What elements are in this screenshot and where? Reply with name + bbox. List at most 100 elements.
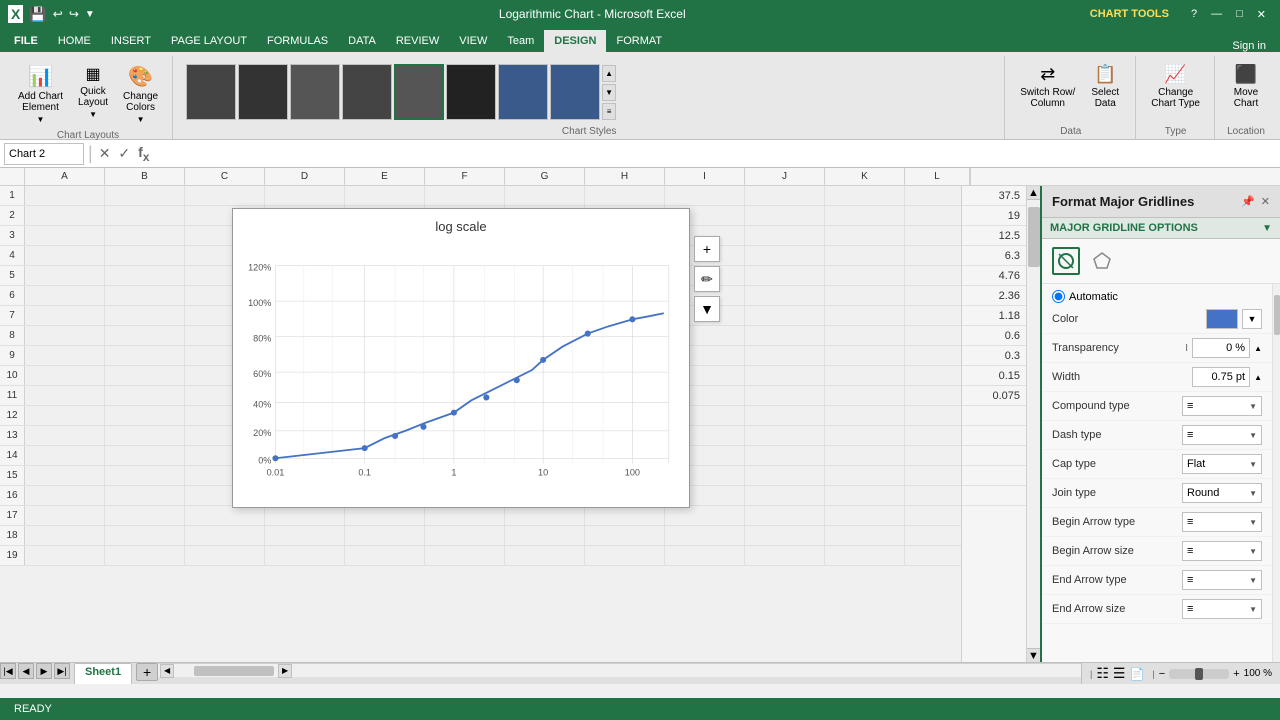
cell-r14c11[interactable] xyxy=(825,446,905,465)
close-btn[interactable]: ✕ xyxy=(1251,6,1272,23)
chart-style-7[interactable] xyxy=(498,64,548,120)
zoom-out-btn[interactable]: − xyxy=(1159,668,1165,680)
pane-scrollbar-thumb[interactable] xyxy=(1274,295,1280,335)
chart-style-3[interactable] xyxy=(290,64,340,120)
row-header-19[interactable]: 19 xyxy=(0,546,25,565)
row-header-10[interactable]: 10 xyxy=(0,366,25,385)
cell-r4c10[interactable] xyxy=(745,246,825,265)
cell-r6c1[interactable] xyxy=(25,286,105,305)
cell-r18c6[interactable] xyxy=(425,526,505,545)
cell-r1c2[interactable] xyxy=(105,186,185,205)
row-header-11[interactable]: 11 xyxy=(0,386,25,405)
cell-r17c7[interactable] xyxy=(505,506,585,525)
cell-r1c7[interactable] xyxy=(505,186,585,205)
cell-r19c3[interactable] xyxy=(185,546,265,565)
switch-row-col-button[interactable]: ⇄ Switch Row/Column xyxy=(1014,60,1081,113)
compound-type-dropdown[interactable]: ≡ ▼ xyxy=(1182,396,1262,416)
cell-r17c4[interactable] xyxy=(265,506,345,525)
cell-r15c2[interactable] xyxy=(105,466,185,485)
cell-r5c2[interactable] xyxy=(105,266,185,285)
add-sheet-btn[interactable]: + xyxy=(136,663,158,681)
window-controls[interactable]: ? — □ ✕ xyxy=(1185,6,1272,23)
begin-arrow-type-dropdown[interactable]: ≡ ▼ xyxy=(1182,512,1262,532)
cell-r7c1[interactable] xyxy=(25,306,105,325)
width-stepper-up[interactable]: ▲ xyxy=(1254,373,1262,382)
cell-r12c2[interactable] xyxy=(105,406,185,425)
change-chart-type-button[interactable]: 📈 ChangeChart Type xyxy=(1145,60,1206,113)
tab-file[interactable]: FILE xyxy=(4,30,48,52)
cell-r15c11[interactable] xyxy=(825,466,905,485)
cell-r15c1[interactable] xyxy=(25,466,105,485)
row-header-14[interactable]: 14 xyxy=(0,446,25,465)
cell-r17c1[interactable] xyxy=(25,506,105,525)
sheet-tab-sheet1[interactable]: Sheet1 xyxy=(74,663,132,684)
begin-arrow-size-dropdown[interactable]: ≡ ▼ xyxy=(1182,541,1262,561)
cell-r2c11[interactable] xyxy=(825,206,905,225)
cell-r11c2[interactable] xyxy=(105,386,185,405)
cell-r3c2[interactable] xyxy=(105,226,185,245)
cell-r10c10[interactable] xyxy=(745,366,825,385)
cell-r1c5[interactable] xyxy=(345,186,425,205)
add-chart-arrow[interactable]: ▼ xyxy=(37,115,45,124)
chart-style-1[interactable] xyxy=(186,64,236,120)
cell-r18c7[interactable] xyxy=(505,526,585,545)
dash-type-dropdown[interactable]: ≡ ▼ xyxy=(1182,425,1262,445)
formula-input[interactable] xyxy=(155,146,1276,162)
cell-r11c11[interactable] xyxy=(825,386,905,405)
cell-r19c7[interactable] xyxy=(505,546,585,565)
minimize-btn[interactable]: — xyxy=(1205,6,1228,23)
move-chart-button[interactable]: ⬛ MoveChart xyxy=(1224,60,1268,113)
cell-r11c10[interactable] xyxy=(745,386,825,405)
color-value[interactable]: ▼ xyxy=(1206,309,1262,329)
tab-expand-arrow[interactable]: ▼ xyxy=(1262,223,1272,234)
cell-r5c11[interactable] xyxy=(825,266,905,285)
vscroll-down-btn[interactable]: ▼ xyxy=(1027,648,1040,662)
cell-r9c1[interactable] xyxy=(25,346,105,365)
cell-r2c10[interactable] xyxy=(745,206,825,225)
vscroll-thumb[interactable] xyxy=(1028,207,1040,267)
cell-r10c11[interactable] xyxy=(825,366,905,385)
format-pane-controls[interactable]: 📌 ✕ xyxy=(1241,195,1270,208)
cell-r16c2[interactable] xyxy=(105,486,185,505)
row-col-corner[interactable] xyxy=(0,168,25,185)
chart-styles-btn[interactable]: ✏ xyxy=(694,266,720,292)
formula-fn-icon[interactable]: fx xyxy=(136,142,151,166)
major-gridline-options-tab[interactable]: MAJOR GRIDLINE OPTIONS xyxy=(1050,222,1198,234)
sheet-nav-next[interactable]: ▶ xyxy=(36,663,52,679)
cell-r6c11[interactable] xyxy=(825,286,905,305)
cell-r5c1[interactable] xyxy=(25,266,105,285)
cell-r14c1[interactable] xyxy=(25,446,105,465)
compound-type-value[interactable]: ≡ ▼ xyxy=(1182,396,1262,416)
cell-r2c1[interactable] xyxy=(25,206,105,225)
page-break-view-btn[interactable]: 📄 xyxy=(1129,667,1144,681)
cell-r17c2[interactable] xyxy=(105,506,185,525)
row-header-5[interactable]: 5 xyxy=(0,266,25,285)
tab-home[interactable]: HOME xyxy=(48,30,101,52)
change-colors-arrow[interactable]: ▼ xyxy=(137,115,145,124)
chart-style-2[interactable] xyxy=(238,64,288,120)
zoom-slider[interactable] xyxy=(1169,669,1229,679)
quick-layout-arrow[interactable]: ▼ xyxy=(89,110,97,119)
name-box[interactable]: Chart 2 xyxy=(4,143,84,165)
cell-r9c2[interactable] xyxy=(105,346,185,365)
automatic-radio-option[interactable]: Automatic xyxy=(1042,288,1272,305)
cell-r19c6[interactable] xyxy=(425,546,505,565)
cell-r9c11[interactable] xyxy=(825,346,905,365)
automatic-radio[interactable] xyxy=(1052,290,1065,303)
tab-pagelayout[interactable]: PAGE LAYOUT xyxy=(161,30,257,52)
cell-r12c11[interactable] xyxy=(825,406,905,425)
sign-in-link[interactable]: Sign in xyxy=(1232,40,1266,52)
cell-r1c9[interactable] xyxy=(665,186,745,205)
row-header-12[interactable]: 12 xyxy=(0,406,25,425)
col-header-C[interactable]: C xyxy=(185,168,265,185)
quick-access-save[interactable]: 💾 xyxy=(29,6,46,23)
cell-r16c1[interactable] xyxy=(25,486,105,505)
quick-access-undo[interactable]: ↩ xyxy=(53,7,63,21)
cell-r8c1[interactable] xyxy=(25,326,105,345)
maximize-btn[interactable]: □ xyxy=(1230,6,1249,23)
cell-r1c6[interactable] xyxy=(425,186,505,205)
cell-r1c3[interactable] xyxy=(185,186,265,205)
cell-r16c11[interactable] xyxy=(825,486,905,505)
cell-r17c11[interactable] xyxy=(825,506,905,525)
cell-r11c1[interactable] xyxy=(25,386,105,405)
